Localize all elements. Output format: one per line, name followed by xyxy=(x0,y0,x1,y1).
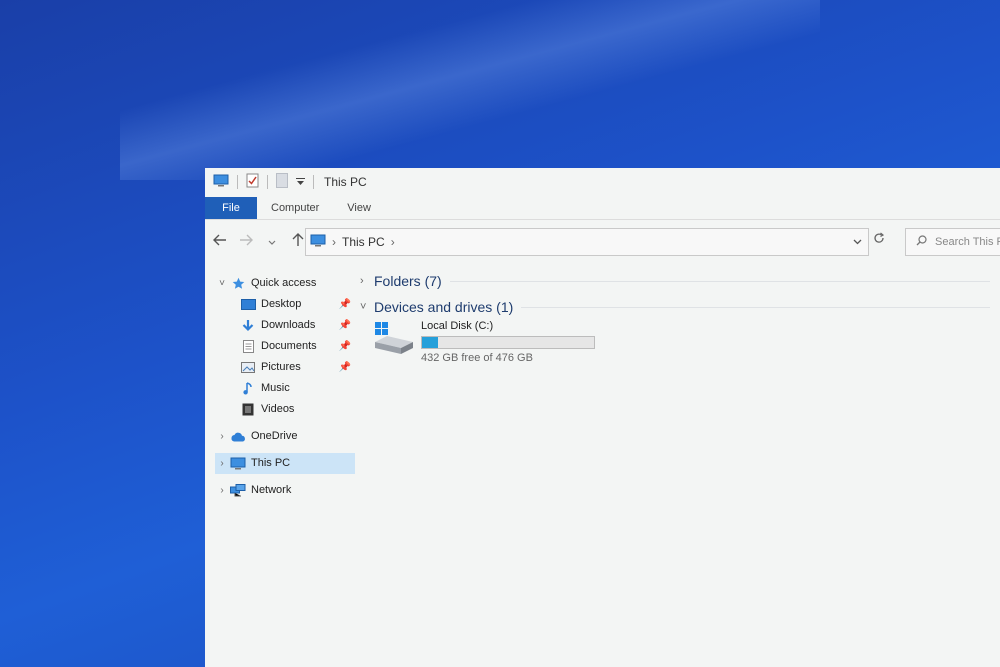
tab-file[interactable]: File xyxy=(205,197,257,219)
sidebar-item-downloads[interactable]: Downloads 📌 xyxy=(215,315,355,336)
tab-view[interactable]: View xyxy=(333,197,385,219)
sidebar-item-network[interactable]: › Network xyxy=(215,480,355,501)
pin-icon: 📌 xyxy=(338,320,351,331)
sidebar-item-quick-access[interactable]: ˅ Quick access xyxy=(215,273,355,294)
toolbar-separator xyxy=(267,175,268,189)
tab-computer[interactable]: Computer xyxy=(257,197,333,219)
network-icon xyxy=(229,484,247,497)
arrow-right-icon xyxy=(240,234,253,246)
this-pc-icon xyxy=(310,234,326,250)
drive-info: Local Disk (C:) 432 GB free of 476 GB xyxy=(421,320,595,364)
cloud-icon xyxy=(229,432,247,442)
pin-icon: 📌 xyxy=(338,341,351,352)
downloads-icon xyxy=(239,319,257,332)
drive-usage-fill xyxy=(422,337,438,348)
sidebar-item-label: Downloads xyxy=(261,319,316,331)
recent-locations-button[interactable] xyxy=(261,233,283,249)
properties-icon[interactable] xyxy=(246,173,259,191)
drive-item-local-disk[interactable]: Local Disk (C:) 432 GB free of 476 GB xyxy=(373,320,595,364)
divider xyxy=(521,306,990,308)
breadcrumb-chevron-icon[interactable]: › xyxy=(391,235,395,249)
drive-name: Local Disk (C:) xyxy=(421,320,494,332)
drive-usage-bar xyxy=(421,336,595,349)
sidebar-item-label: OneDrive xyxy=(251,430,298,442)
pictures-icon xyxy=(239,362,257,373)
forward-button[interactable] xyxy=(235,233,257,249)
back-button[interactable] xyxy=(209,233,231,249)
sidebar-item-pictures[interactable]: Pictures 📌 xyxy=(215,357,355,378)
file-explorer-window: This PC File Computer View › This PC › S… xyxy=(205,168,1000,667)
collapse-chevron-icon[interactable]: ˅ xyxy=(360,301,374,313)
divider xyxy=(449,280,990,282)
navigation-pane: ˅ Quick access Desktop 📌 Downloads 📌 Doc… xyxy=(215,273,355,501)
sidebar-item-documents[interactable]: Documents 📌 xyxy=(215,336,355,357)
search-input[interactable]: Search This P xyxy=(905,228,1000,256)
title-bar: This PC xyxy=(205,168,1000,196)
desktop-icon xyxy=(239,299,257,310)
sidebar-item-this-pc[interactable]: › This PC xyxy=(215,453,355,474)
expand-chevron-icon[interactable]: › xyxy=(215,426,229,447)
address-bar[interactable]: › This PC › xyxy=(305,228,869,256)
expand-chevron-icon[interactable]: › xyxy=(215,453,229,474)
ribbon-tabs: File Computer View xyxy=(205,197,1000,220)
sidebar-item-onedrive[interactable]: › OneDrive xyxy=(215,426,355,447)
group-header-folders[interactable]: › Folders (7) xyxy=(360,268,1000,294)
arrow-up-icon xyxy=(292,232,304,246)
toolbar-separator xyxy=(237,175,238,189)
toolbar-separator xyxy=(313,175,314,189)
chevron-down-icon xyxy=(268,240,276,245)
videos-icon xyxy=(239,403,257,416)
search-placeholder: Search This P xyxy=(935,236,1000,248)
star-icon xyxy=(229,277,247,290)
sidebar-item-label: Music xyxy=(261,382,290,394)
music-icon xyxy=(239,382,257,395)
window-title: This PC xyxy=(324,175,367,189)
new-folder-icon[interactable] xyxy=(276,173,288,191)
address-history-dropdown-icon[interactable] xyxy=(853,236,862,248)
content-pane: › Folders (7) ˅ Devices and drives (1) xyxy=(360,268,1000,320)
hard-drive-icon xyxy=(373,320,415,360)
refresh-icon[interactable] xyxy=(873,232,885,247)
arrow-left-icon xyxy=(213,234,226,246)
sidebar-item-label: Pictures xyxy=(261,361,301,373)
sidebar-item-label: Network xyxy=(251,484,292,496)
collapse-chevron-icon[interactable]: ˅ xyxy=(215,273,229,294)
customize-toolbar-icon[interactable] xyxy=(296,175,305,189)
sidebar-item-music[interactable]: Music xyxy=(215,378,355,399)
breadcrumb-chevron-icon[interactable]: › xyxy=(332,235,336,249)
navigation-bar: › This PC › Search This P xyxy=(205,226,1000,256)
group-title: Folders (7) xyxy=(374,273,442,289)
expand-chevron-icon[interactable]: › xyxy=(215,480,229,501)
group-header-devices[interactable]: ˅ Devices and drives (1) xyxy=(360,294,1000,320)
drive-free-space: 432 GB free of 476 GB xyxy=(421,352,533,364)
sidebar-item-videos[interactable]: Videos xyxy=(215,399,355,420)
search-icon xyxy=(916,235,927,249)
group-title: Devices and drives (1) xyxy=(374,299,514,315)
pin-icon: 📌 xyxy=(338,299,351,310)
sidebar-item-label: Documents xyxy=(261,340,317,352)
sidebar-item-label: This PC xyxy=(251,457,291,469)
sidebar-item-desktop[interactable]: Desktop 📌 xyxy=(215,294,355,315)
documents-icon xyxy=(239,340,257,353)
expand-chevron-icon[interactable]: › xyxy=(360,275,374,287)
pin-icon: 📌 xyxy=(338,362,351,373)
sidebar-item-label: Videos xyxy=(261,403,295,415)
desktop-light-streak xyxy=(120,0,820,180)
sidebar-item-label: Quick access xyxy=(251,277,317,289)
sidebar-item-label: Desktop xyxy=(261,298,302,310)
this-pc-icon xyxy=(229,457,247,470)
this-pc-icon xyxy=(213,174,229,190)
breadcrumb-this-pc[interactable]: This PC xyxy=(342,235,385,249)
